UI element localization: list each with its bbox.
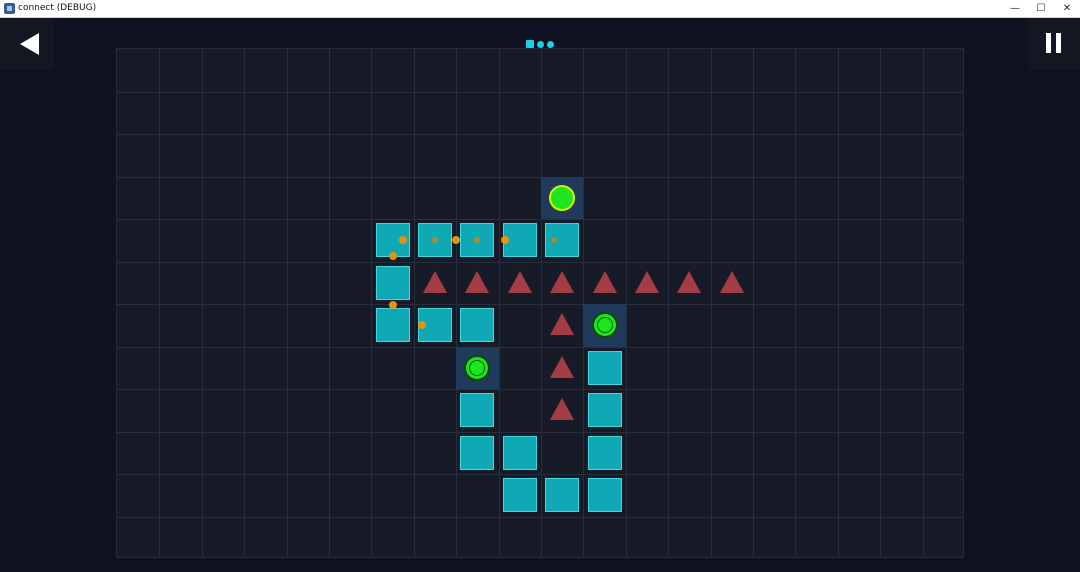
hazard-triangle-icon (465, 270, 490, 293)
grid-line (711, 49, 712, 557)
path-tile[interactable] (460, 308, 495, 343)
grid-line (117, 177, 963, 178)
goal-node-icon[interactable] (591, 312, 618, 339)
grid-line (541, 49, 542, 557)
grid-line (117, 347, 963, 348)
progress-circle-indicator (537, 40, 544, 48)
grid-line (117, 219, 963, 220)
grid-line (202, 49, 203, 557)
path-tile[interactable] (502, 478, 537, 513)
grid-line (117, 517, 963, 518)
window-title: connect (DEBUG) (18, 3, 97, 13)
grid-line (117, 304, 963, 305)
path-tile[interactable] (587, 435, 622, 470)
grid-line (626, 49, 627, 557)
grid-line (117, 474, 963, 475)
path-tile[interactable] (460, 393, 495, 428)
close-button[interactable]: ✕ (1054, 0, 1080, 17)
path-tile[interactable] (502, 435, 537, 470)
grid-line (329, 49, 330, 557)
grid-line (583, 49, 584, 557)
path-tile[interactable] (375, 265, 410, 300)
grid-line (117, 134, 963, 135)
pause-icon-bar (1056, 33, 1061, 53)
grid-line (244, 49, 245, 557)
connector-orb (388, 251, 397, 260)
hazard-triangle-icon (550, 355, 575, 378)
pause-icon (1046, 33, 1051, 53)
grid-line (371, 49, 372, 557)
back-button[interactable] (0, 18, 53, 70)
grid-line (414, 49, 415, 557)
progress-circle-indicator (547, 40, 554, 48)
game-board[interactable] (116, 48, 964, 558)
grid-line (499, 49, 500, 557)
connector-orb (452, 236, 461, 245)
hazard-triangle-icon (423, 270, 447, 293)
grid-line (456, 49, 457, 557)
hazard-triangle-icon (507, 270, 532, 293)
grid-line (838, 49, 839, 557)
hazard-triangle-icon (550, 270, 575, 293)
minimize-button[interactable]: — (1002, 0, 1028, 17)
path-tile[interactable] (375, 308, 410, 343)
grid-line (880, 49, 881, 557)
grid-line (159, 49, 160, 557)
path-tile[interactable] (587, 350, 622, 385)
pause-button[interactable] (1028, 18, 1080, 70)
grid-line (668, 49, 669, 557)
grid-line (117, 92, 963, 93)
hazard-triangle-icon (550, 398, 575, 421)
grid-line (117, 262, 963, 263)
window-titlebar: connect (DEBUG) — ☐ ✕ (0, 0, 1080, 18)
connector-orb (388, 301, 397, 310)
progress-square-indicator (526, 40, 534, 48)
app-icon (4, 3, 15, 14)
path-tile[interactable] (587, 393, 622, 428)
level-progress-indicator (526, 40, 554, 48)
grid-line (795, 49, 796, 557)
hazard-triangle-icon (719, 270, 744, 293)
goal-node-icon[interactable] (549, 184, 576, 211)
path-tile[interactable] (460, 435, 495, 470)
grid-line (117, 389, 963, 390)
grid-line (117, 432, 963, 433)
maximize-button[interactable]: ☐ (1028, 0, 1054, 17)
back-arrow-icon (20, 33, 39, 55)
grid-line (923, 49, 924, 557)
hazard-triangle-icon (550, 313, 575, 336)
goal-node-ring (596, 317, 613, 334)
grid-line (753, 49, 754, 557)
hazard-triangle-icon (592, 270, 617, 293)
hazard-triangle-icon (635, 270, 659, 293)
hazard-triangle-icon (677, 270, 702, 293)
goal-node-ring (469, 359, 486, 376)
path-tile[interactable] (545, 478, 580, 513)
grid-line (287, 49, 288, 557)
goal-node-icon[interactable] (464, 354, 491, 381)
path-tile[interactable] (587, 478, 622, 513)
connector-orb (550, 237, 557, 244)
